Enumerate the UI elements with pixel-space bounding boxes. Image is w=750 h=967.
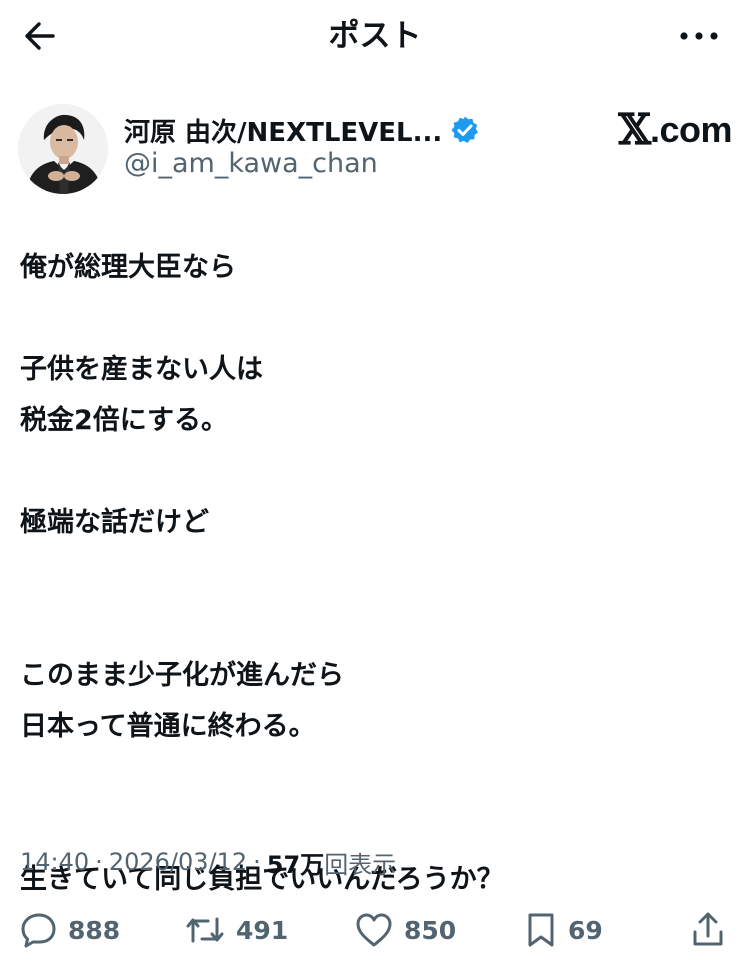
like-count: 850 bbox=[404, 915, 457, 945]
action-bar: 888 491 850 69 bbox=[0, 904, 750, 956]
views-label: 回表示 bbox=[324, 850, 397, 879]
display-name: 河原 由次/NEXTLEVEL... bbox=[124, 117, 443, 148]
share-button[interactable] bbox=[690, 904, 726, 956]
tweet-line bbox=[20, 293, 730, 344]
profile-photo-icon bbox=[18, 104, 108, 194]
tweet-meta: 14:40 · 2026/03/12 · 57万 回表示 bbox=[20, 842, 396, 882]
more-horizontal-icon bbox=[679, 31, 719, 41]
tweet-line: 子供を産まない人は bbox=[20, 354, 263, 385]
author-handle[interactable]: @i_am_kawa_chan bbox=[124, 148, 378, 179]
repost-icon bbox=[184, 911, 226, 949]
tweet-line: 税金2倍にする。 bbox=[20, 405, 229, 436]
heart-icon bbox=[354, 911, 394, 949]
bookmark-count: 69 bbox=[568, 915, 603, 945]
tweet-line bbox=[20, 548, 730, 599]
tweet-text: 俺が総理大臣なら 子供を産まない人は 税金2倍にする。 極端な話だけど このまま… bbox=[20, 242, 730, 905]
reply-icon bbox=[20, 911, 58, 949]
repost-button[interactable]: 491 bbox=[184, 904, 288, 956]
x-logo-icon: 𝕏 bbox=[618, 105, 651, 154]
bookmark-icon bbox=[524, 911, 558, 949]
tweet-line bbox=[20, 752, 730, 803]
verified-badge-icon bbox=[450, 115, 480, 145]
reply-button[interactable]: 888 bbox=[20, 904, 120, 956]
like-button[interactable]: 850 bbox=[354, 904, 456, 956]
author-name-row[interactable]: 河原 由次/NEXTLEVEL... bbox=[124, 110, 480, 150]
more-options-button[interactable] bbox=[674, 18, 724, 54]
tweet-line: 極端な話だけど bbox=[20, 507, 209, 538]
tweet-line bbox=[20, 599, 730, 650]
top-bar: ポスト bbox=[0, 0, 750, 72]
views-count: 57万 bbox=[266, 850, 325, 879]
repost-count: 491 bbox=[236, 915, 289, 945]
x-com-domain-text: .com bbox=[649, 109, 733, 150]
meta-separator: · bbox=[95, 848, 103, 876]
post-time[interactable]: 14:40 bbox=[20, 848, 89, 876]
meta-separator: · bbox=[253, 848, 261, 876]
tweet-line bbox=[20, 446, 730, 497]
page-title: ポスト bbox=[328, 18, 422, 54]
post-date[interactable]: 2026/03/12 bbox=[109, 848, 247, 876]
reply-count: 888 bbox=[68, 915, 121, 945]
share-icon bbox=[690, 911, 726, 949]
avatar[interactable] bbox=[18, 104, 108, 194]
bookmark-button[interactable]: 69 bbox=[524, 904, 603, 956]
x-com-watermark: 𝕏 .com bbox=[618, 108, 732, 152]
tweet-line: このまま少子化が進んだら bbox=[20, 660, 344, 691]
author-row: 河原 由次/NEXTLEVEL... @i_am_kawa_chan 𝕏 .co… bbox=[18, 104, 733, 196]
tweet-line: 日本って普通に終わる。 bbox=[20, 711, 316, 742]
tweet-line: 俺が総理大臣なら bbox=[20, 252, 236, 283]
